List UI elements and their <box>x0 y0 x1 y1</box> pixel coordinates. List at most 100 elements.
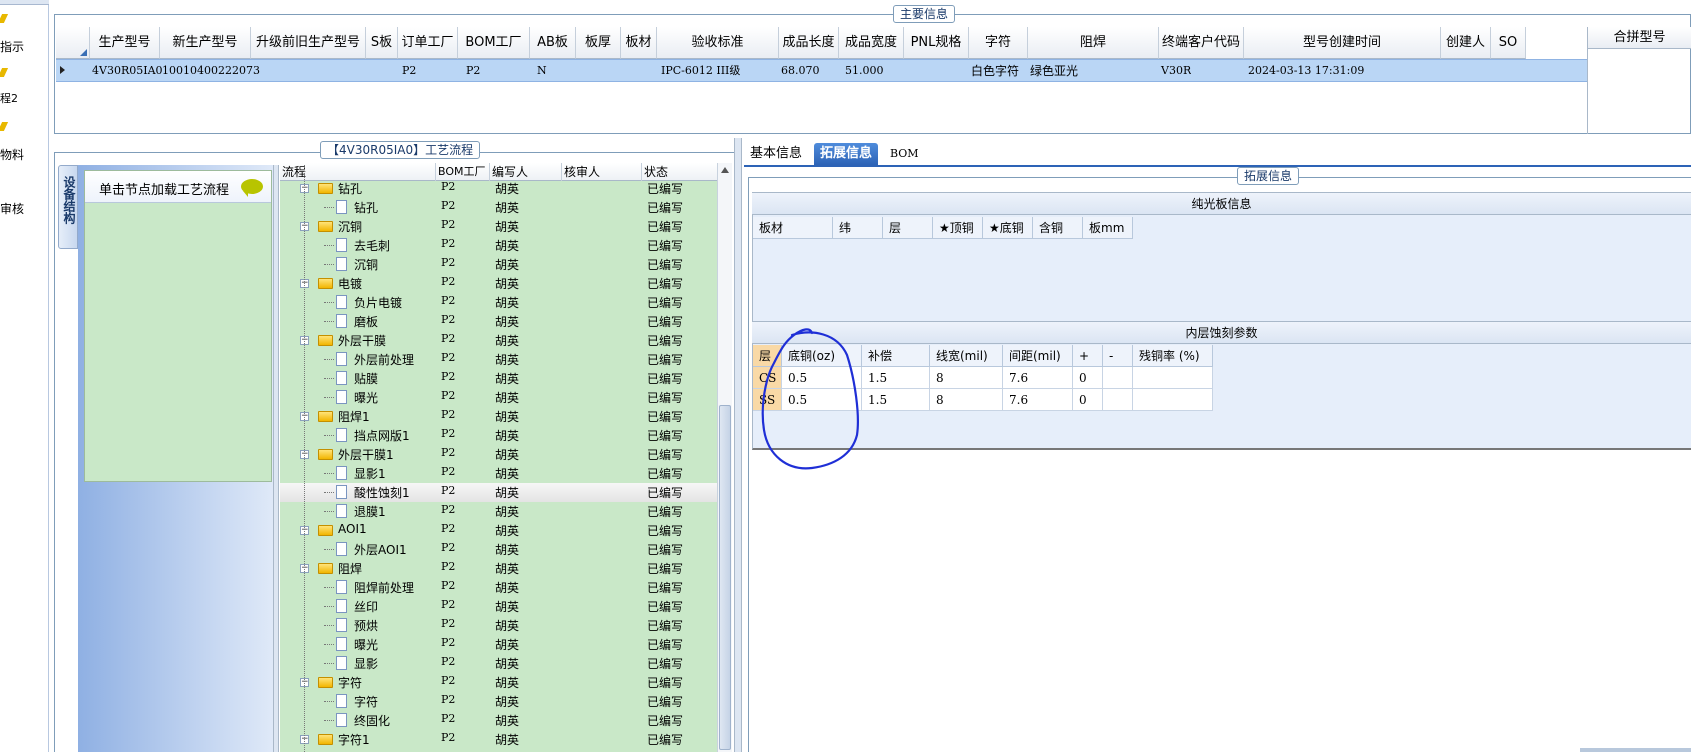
tree-row[interactable]: 沉铜 P2 胡英 已编写 <box>280 255 717 274</box>
main-cell-created-time[interactable]: 2024-03-13 17:31:09 <box>1246 60 1364 82</box>
etching-cell[interactable] <box>1103 367 1133 389</box>
tree-row[interactable]: − 外层干膜1 P2 胡英 已编写 <box>280 445 717 464</box>
etching-cell[interactable] <box>1133 367 1213 389</box>
nav-item-1[interactable]: 程2 <box>0 90 18 106</box>
etching-col[interactable]: 补偿 <box>862 345 930 367</box>
etching-col[interactable]: 间距(mil) <box>1003 345 1073 367</box>
tree-row[interactable]: 终固化 P2 胡英 已编写 <box>280 711 717 730</box>
etching-cell[interactable]: 7.6 <box>1003 389 1073 411</box>
scroll-thumb[interactable] <box>719 405 731 750</box>
process-scrollbar[interactable] <box>717 163 732 752</box>
etching-cell[interactable]: 1.5 <box>862 367 930 389</box>
main-col-header[interactable]: 终端客户代码 <box>1159 27 1244 59</box>
tab-basic-info[interactable]: 基本信息 <box>744 143 808 165</box>
tree-row[interactable]: 字符 P2 胡英 已编写 <box>280 692 717 711</box>
tree-row[interactable]: − 钻孔 P2 胡英 已编写 <box>280 179 717 198</box>
tree-row[interactable]: 丝印 P2 胡英 已编写 <box>280 597 717 616</box>
tree-row[interactable]: − 字符 P2 胡英 已编写 <box>280 673 717 692</box>
main-col-header[interactable]: PNL规格 <box>904 27 969 59</box>
main-col-header[interactable]: 板材 <box>621 27 657 59</box>
etching-cell[interactable]: 8 <box>930 389 1003 411</box>
tree-row[interactable]: 钻孔 P2 胡英 已编写 <box>280 198 717 217</box>
scroll-up-arrow[interactable] <box>721 167 729 173</box>
etching-cell[interactable]: 0 <box>1073 389 1103 411</box>
main-cell-bom-factory[interactable]: P2 <box>464 60 480 82</box>
etching-cell[interactable]: 8 <box>930 367 1003 389</box>
main-col-header[interactable]: S板 <box>366 27 398 59</box>
etching-cell[interactable] <box>1133 389 1213 411</box>
tree-row[interactable]: − 电镀 P2 胡英 已编写 <box>280 274 717 293</box>
bare-board-col[interactable]: ★底铜 <box>983 217 1033 239</box>
etching-cell[interactable]: 0 <box>1073 367 1103 389</box>
tree-row[interactable]: 外层AOI1 P2 胡英 已编写 <box>280 540 717 559</box>
main-cell-order-factory[interactable]: P2 <box>400 60 416 82</box>
main-col-header[interactable]: 板厚 <box>576 27 621 59</box>
tree-row[interactable]: 退膜1 P2 胡英 已编写 <box>280 502 717 521</box>
tab-bom[interactable]: BOM <box>884 143 925 165</box>
etching-cell[interactable]: 1.5 <box>862 389 930 411</box>
splitter-middle[interactable] <box>734 138 742 752</box>
main-col-header[interactable]: 成品长度 <box>779 27 839 59</box>
etching-col[interactable]: 残铜率 (%) <box>1133 345 1213 367</box>
main-cell-new-prod-model[interactable]: 10010400222073 <box>160 60 260 82</box>
tree-row[interactable]: 酸性蚀刻1 P2 胡英 已编写 <box>280 483 717 502</box>
tree-row[interactable]: 阻焊前处理 P2 胡英 已编写 <box>280 578 717 597</box>
main-cell-solder-mask[interactable]: 绿色亚光 <box>1028 60 1078 82</box>
main-cell-customer-code[interactable]: V30R <box>1159 60 1191 82</box>
tree-row[interactable]: 预烘 P2 胡英 已编写 <box>280 616 717 635</box>
tree-row[interactable]: 显影1 P2 胡英 已编写 <box>280 464 717 483</box>
tree-row[interactable]: 曝光 P2 胡英 已编写 <box>280 388 717 407</box>
main-col-header[interactable]: 升级前旧生产型号 <box>251 27 366 59</box>
main-col-header[interactable]: 成品宽度 <box>839 27 904 59</box>
tree-row[interactable]: 磨板 P2 胡英 已编写 <box>280 312 717 331</box>
main-cell-width[interactable]: 51.000 <box>843 60 884 82</box>
tree-row[interactable]: − 字符1 P2 胡英 已编写 <box>280 730 717 749</box>
etching-col[interactable]: 线宽(mil) <box>930 345 1003 367</box>
main-col-header[interactable]: BOM工厂 <box>458 27 530 59</box>
tree-row[interactable]: 贴膜 P2 胡英 已编写 <box>280 369 717 388</box>
main-col-header[interactable]: 新生产型号 <box>160 27 251 59</box>
tree-row[interactable]: − 阻焊1 P2 胡英 已编写 <box>280 407 717 426</box>
tree-row[interactable]: 负片电镀 P2 胡英 已编写 <box>280 293 717 312</box>
etching-col[interactable]: + <box>1073 345 1103 367</box>
nav-item-2[interactable]: 物料 <box>0 146 24 163</box>
main-col-header[interactable]: 阻焊 <box>1028 27 1159 59</box>
tree-row[interactable]: − 沉铜 P2 胡英 已编写 <box>280 217 717 236</box>
bare-board-col[interactable]: 纬 <box>833 217 883 239</box>
nav-item-0[interactable]: 指示 <box>0 38 24 55</box>
bare-board-col[interactable]: 板mm <box>1083 217 1133 239</box>
splitter-left[interactable] <box>273 165 279 752</box>
bare-board-col[interactable]: 层 <box>883 217 933 239</box>
etching-cell[interactable] <box>1103 389 1133 411</box>
etching-cell[interactable]: 7.6 <box>1003 367 1073 389</box>
bare-board-col[interactable]: ★顶铜 <box>933 217 983 239</box>
main-col-header[interactable]: AB板 <box>530 27 576 59</box>
tree-row[interactable]: − 外层干膜 P2 胡英 已编写 <box>280 331 717 350</box>
tree-row[interactable]: − AOI1 P2 胡英 已编写 <box>280 521 717 540</box>
bare-board-col[interactable]: 板材 <box>753 217 833 239</box>
tree-row[interactable]: 外层前处理 P2 胡英 已编写 <box>280 350 717 369</box>
tree-row[interactable]: 显影 P2 胡英 已编写 <box>280 654 717 673</box>
main-col-header[interactable]: 型号创建时间 <box>1244 27 1441 59</box>
main-cell-char[interactable]: 白色字符 <box>969 60 1019 82</box>
side-tab-equipment[interactable]: 设备结构 <box>58 165 78 249</box>
main-col-header[interactable]: 验收标准 <box>657 27 779 59</box>
main-cell-standard[interactable]: IPC-6012 III级 <box>659 60 740 82</box>
tree-row[interactable]: − 阻焊 P2 胡英 已编写 <box>280 559 717 578</box>
tree-row[interactable]: 曝光 P2 胡英 已编写 <box>280 635 717 654</box>
main-cell-prod-model[interactable]: 4V30R05IA0 <box>90 60 163 82</box>
main-col-header[interactable]: 字符 <box>969 27 1028 59</box>
main-cell-length[interactable]: 68.070 <box>779 60 820 82</box>
main-col-header[interactable]: 创建人 <box>1441 27 1491 59</box>
main-col-header[interactable]: SO <box>1491 27 1526 59</box>
merge-model-header[interactable]: 合拼型号 <box>1587 27 1691 49</box>
tab-extended-info[interactable]: 拓展信息 <box>814 143 879 165</box>
tree-row[interactable]: 去毛刺 P2 胡英 已编写 <box>280 236 717 255</box>
bare-board-col[interactable]: 含铜 <box>1033 217 1083 239</box>
nav-item-3[interactable]: 审核 <box>0 200 24 217</box>
main-col-header[interactable]: 订单工厂 <box>398 27 458 59</box>
main-cell-ab-board[interactable]: N <box>535 60 547 82</box>
tree-row[interactable]: 挡点网版1 P2 胡英 已编写 <box>280 426 717 445</box>
etching-col[interactable]: - <box>1103 345 1133 367</box>
main-col-header[interactable]: 生产型号 <box>90 27 160 59</box>
